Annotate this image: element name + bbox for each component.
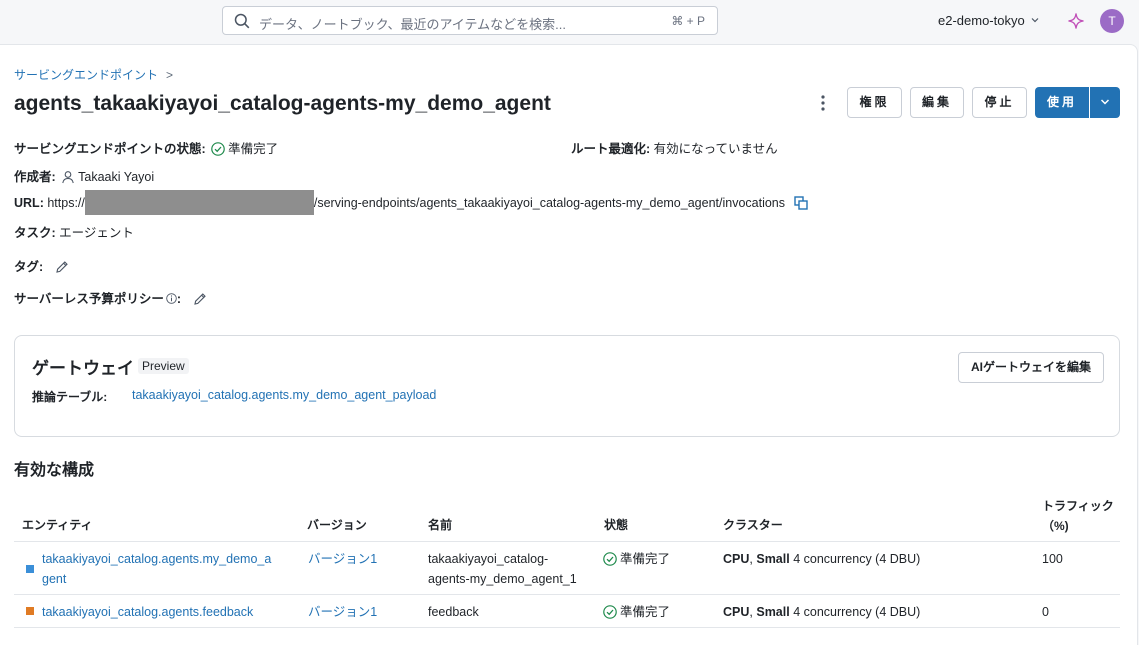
route-optimization-row: ルート最適化: 有効になっていません [571, 138, 778, 157]
cluster-size: Small [756, 552, 790, 566]
chevron-down-icon [1100, 99, 1110, 105]
cluster-cpu: CPU [723, 552, 750, 566]
pencil-icon[interactable] [55, 260, 69, 274]
table-row-cluster: CPU, Small 4 concurrency (4 DBU) [723, 549, 920, 569]
table-row-entity-link[interactable]: takaakiyayoi_catalog.agents.my_demo_a ge… [42, 549, 271, 589]
table-header-divider [14, 541, 1120, 542]
edit-ai-gateway-button[interactable]: AIゲートウェイを編集 [958, 352, 1104, 383]
table-row-version-link[interactable]: バージョン1 [308, 602, 377, 622]
name-line-1: takaakiyayoi_catalog- [428, 552, 549, 566]
column-header-entity: エンティティ [22, 518, 93, 532]
breadcrumb-serving-endpoints[interactable]: サービングエンドポイント [14, 68, 158, 82]
entity-line-1: takaakiyayoi_catalog.agents.my_demo_a [42, 552, 272, 566]
table-row-name: feedback [428, 605, 479, 619]
workspace-switcher[interactable]: e2-demo-tokyo [938, 13, 1039, 28]
column-header-traffic: トラフィック（%) [1042, 499, 1114, 533]
state-label: サービングエンドポイントの状態: [14, 142, 206, 156]
task-row: タスク: エージェント [14, 222, 134, 241]
author-row: 作成者: Takaaki Yayoi [14, 166, 154, 185]
author-value: Takaaki Yayoi [78, 170, 155, 184]
search-shortcut: ⌘ + P [671, 14, 705, 28]
tags-row: タグ: [14, 256, 69, 275]
budget-policy-row: サーバーレス予算ポリシー : [14, 288, 207, 307]
breadcrumb-separator: > [166, 68, 174, 82]
table-row-cluster: CPU, Small 4 concurrency (4 DBU) [723, 602, 920, 622]
route-value: 有効になっていません [653, 142, 778, 156]
endpoint-state-row: サービングエンドポイントの状態: 準備完了 [14, 138, 278, 157]
search-icon [234, 13, 250, 29]
state-value: 準備完了 [228, 142, 279, 156]
check-circle-icon [211, 142, 225, 156]
breadcrumb: サービングエンドポイント > [14, 66, 173, 83]
top-bar: データ、ノートブック、最近のアイテムなどを検索... ⌘ + P e2-demo… [0, 0, 1139, 44]
route-label: ルート最適化: [571, 142, 651, 156]
gateway-card: ゲートウェイ Preview 推論テーブル: takaakiyayoi_cata… [14, 335, 1120, 437]
column-header-cluster: クラスター [723, 518, 783, 532]
stop-button[interactable]: 停止 [972, 87, 1027, 118]
url-row: URL: https:// /serving-endpoints/agents_t… [14, 190, 809, 215]
inference-table-label: 推論テーブル: [32, 390, 108, 404]
search-placeholder: データ、ノートブック、最近のアイテムなどを検索... [259, 17, 566, 32]
preview-badge: Preview [138, 358, 189, 374]
table-row-divider [14, 594, 1120, 595]
table-row-entity-link[interactable]: takaakiyayoi_catalog.agents.feedback [42, 602, 253, 622]
column-header-status: 状態 [604, 518, 629, 532]
status-text: 準備完了 [620, 552, 671, 566]
table-row-version-link[interactable]: バージョン1 [308, 549, 377, 569]
pencil-icon[interactable] [193, 292, 207, 306]
chevron-down-icon [1031, 18, 1039, 23]
main-panel: サービングエンドポイント > agents_takaakiyayoi_catalo… [0, 44, 1138, 645]
budget-label: サーバーレス予算ポリシー [14, 292, 164, 306]
entity-color-marker [26, 607, 34, 615]
column-header-version: バージョン [307, 518, 367, 532]
column-header-name: 名前 [428, 518, 453, 532]
info-icon[interactable] [166, 293, 177, 304]
edit-button[interactable]: 編集 [910, 87, 964, 118]
use-dropdown-button[interactable] [1090, 87, 1120, 118]
task-label: タスク: [14, 226, 56, 240]
name-line-2: agents-my_demo_agent_1 [428, 572, 577, 586]
cluster-concurrency: 4 concurrency (4 DBU) [789, 605, 921, 619]
table-row-status: 準備完了 [603, 602, 670, 622]
cluster-cpu: CPU [723, 605, 750, 619]
copy-icon[interactable] [794, 196, 809, 210]
redacted-host [84, 190, 314, 215]
url-label: URL: [14, 196, 44, 210]
user-avatar[interactable]: T [1100, 9, 1124, 33]
entity-line-2: gent [42, 572, 67, 586]
author-label: 作成者: [14, 170, 56, 184]
global-search[interactable]: データ、ノートブック、最近のアイテムなどを検索... ⌘ + P [222, 6, 718, 35]
entity-color-marker [26, 565, 34, 573]
workspace-name: e2-demo-tokyo [938, 13, 1025, 28]
active-config-title: 有効な構成 [14, 462, 95, 479]
table-row-divider [14, 627, 1120, 628]
url-suffix: /serving-endpoints/agents_takaakiyayoi_c… [313, 196, 785, 210]
url-prefix: https:// [47, 196, 85, 210]
cluster-concurrency: 4 concurrency (4 DBU) [789, 552, 921, 566]
budget-colon: : [176, 292, 182, 306]
table-row-status: 準備完了 [603, 549, 670, 569]
sparkle-icon[interactable] [1067, 12, 1085, 30]
inference-table-link[interactable]: takaakiyayoi_catalog.agents.my_demo_agen… [132, 388, 436, 402]
check-circle-icon [603, 605, 617, 619]
tags-label: タグ: [14, 260, 44, 274]
table-row-traffic: 0 [1042, 605, 1049, 619]
task-value: エージェント [59, 226, 134, 240]
permissions-button[interactable]: 権限 [847, 87, 902, 118]
gateway-title: ゲートウェイ [32, 359, 134, 378]
page-title: agents_takaakiyayoi_catalog-agents-my_de… [14, 92, 551, 115]
check-circle-icon [603, 552, 617, 566]
table-row-name: takaakiyayoi_catalog- agents-my_demo_age… [428, 549, 577, 589]
user-icon [62, 171, 74, 184]
more-options-icon[interactable] [815, 94, 831, 112]
use-button[interactable]: 使用 [1035, 87, 1089, 118]
cluster-size: Small [756, 605, 790, 619]
table-row-traffic: 100 [1042, 552, 1063, 566]
status-text: 準備完了 [620, 605, 671, 619]
